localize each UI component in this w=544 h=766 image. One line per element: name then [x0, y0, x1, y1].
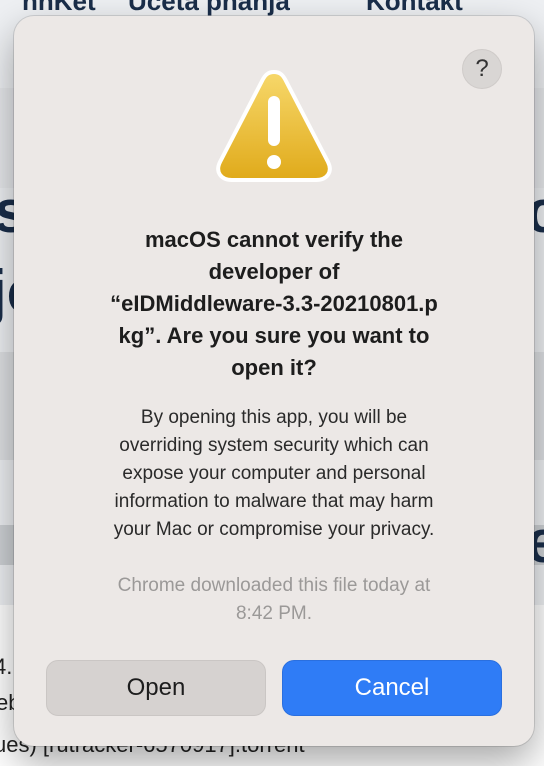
message-line: information to malware that may harm [114, 491, 434, 512]
note-line: Chrome downloaded this file today at [117, 575, 431, 596]
message-line: overriding system security which can [119, 435, 429, 456]
gatekeeper-dialog: ? macOS cannot verify the developer of “… [14, 16, 534, 746]
message-line: By opening this app, you will be [140, 407, 408, 428]
title-line: “eIDMiddleware-3.3-20210801.p [110, 291, 438, 316]
bg-nav-item[interactable]: nnKet [22, 0, 96, 17]
help-button[interactable]: ? [462, 49, 502, 89]
open-button[interactable]: Open [46, 660, 266, 716]
note-line: 8:42 PM. [235, 603, 313, 624]
title-line: developer of [208, 259, 340, 284]
title-line: macOS cannot verify the [145, 227, 403, 252]
title-line: kg”. Are you sure you want to [118, 323, 430, 348]
download-source-note: Chrome downloaded this file today at 8:4… [54, 572, 494, 628]
title-line: open it? [231, 355, 317, 380]
bg-nav-item[interactable]: Uceta pnanja [128, 0, 290, 17]
message-line: expose your computer and personal [122, 463, 426, 484]
cancel-button[interactable]: Cancel [282, 660, 502, 716]
message-line: your Mac or compromise your privacy. [113, 519, 435, 540]
dialog-title: macOS cannot verify the developer of “eI… [54, 224, 494, 384]
warning-triangle-icon [216, 69, 332, 182]
bg-nav-item[interactable]: Kontakt [366, 0, 463, 17]
bg-text-line: 4. [0, 654, 13, 679]
dialog-message: By opening this app, you will be overrid… [54, 404, 494, 544]
